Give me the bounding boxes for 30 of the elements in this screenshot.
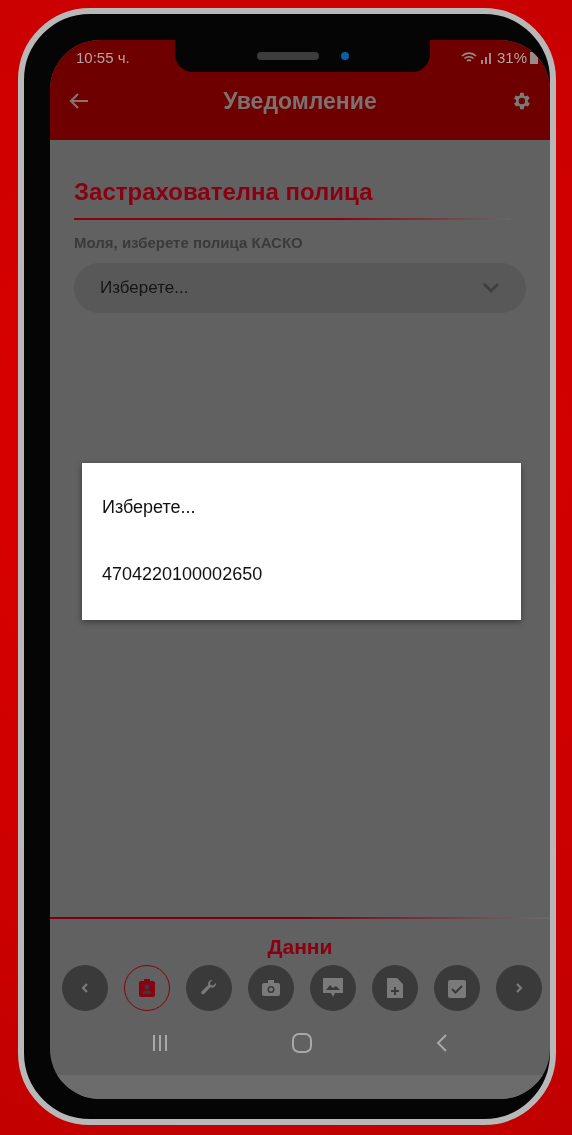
- signal-icon: [479, 50, 494, 64]
- section-title: Застрахователна полица: [74, 178, 374, 206]
- step-title: Данни: [266, 935, 334, 959]
- wrench-icon: [200, 979, 218, 997]
- back-nav-icon[interactable]: [435, 1033, 449, 1053]
- dialog-option[interactable]: Изберете...: [102, 497, 501, 518]
- step-button[interactable]: [434, 965, 480, 1011]
- step-button[interactable]: [62, 965, 108, 1011]
- wifi-icon: [460, 50, 477, 64]
- chevron-down-icon: [482, 282, 500, 294]
- chevron-left-icon: [81, 982, 89, 994]
- step-button[interactable]: [372, 965, 418, 1011]
- home-icon[interactable]: [291, 1032, 313, 1054]
- status-time: 10:55 ч.: [76, 48, 130, 66]
- clipboard-check-icon: [448, 978, 466, 998]
- id-badge-icon: [139, 979, 155, 997]
- step-button[interactable]: [248, 965, 294, 1011]
- camera-icon: [262, 980, 280, 996]
- add-document-icon: [387, 978, 403, 998]
- step-button[interactable]: [186, 965, 232, 1011]
- back-arrow-icon: [68, 92, 90, 110]
- step-button[interactable]: [310, 965, 356, 1011]
- image-comment-icon: [323, 978, 343, 998]
- chevron-right-icon: [515, 982, 523, 994]
- recent-apps-icon[interactable]: [151, 1034, 169, 1052]
- battery-percent: 31%: [496, 48, 527, 66]
- screen-title: Уведомление: [223, 87, 377, 115]
- step-button[interactable]: [496, 965, 542, 1011]
- battery-icon: [530, 50, 538, 64]
- dialog-option[interactable]: 4704220100002650: [102, 564, 501, 585]
